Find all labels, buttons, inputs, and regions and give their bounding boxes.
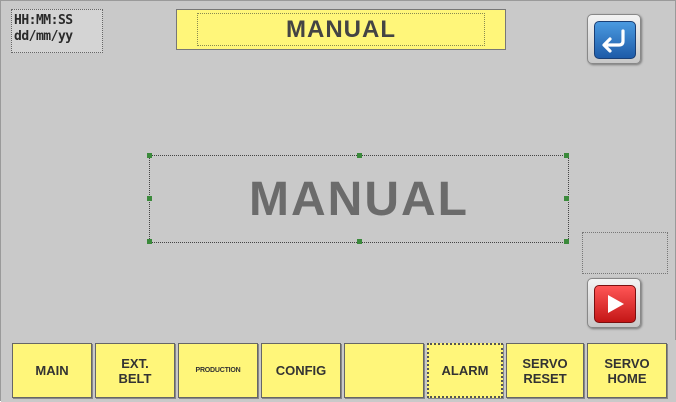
nav-label: PRODUCTION — [195, 367, 241, 374]
selection-handle — [357, 239, 362, 244]
clock-time: HH:MM:SS — [14, 13, 73, 28]
nav-label: SERVO HOME — [604, 355, 650, 386]
nav-ext-belt-button[interactable]: EXT. BELT — [95, 343, 175, 398]
center-title-frame: MANUAL — [147, 153, 569, 244]
selection-handle — [564, 153, 569, 158]
title-bar: MANUAL — [176, 9, 506, 50]
center-title: MANUAL — [249, 172, 469, 226]
nav-label: SERVO RESET — [522, 355, 568, 386]
selection-handle — [147, 153, 152, 158]
back-button[interactable] — [587, 14, 641, 64]
selection-handle — [357, 153, 362, 158]
nav-servo-home-button[interactable]: SERVO HOME — [587, 343, 667, 398]
nav-label: MAIN — [35, 363, 69, 378]
return-arrow-icon — [594, 21, 636, 59]
nav-label: EXT. BELT — [118, 355, 152, 386]
bottom-nav: MAIN EXT. BELT PRODUCTION CONFIG ALARM S… — [1, 340, 676, 402]
nav-label: ALARM — [441, 363, 489, 378]
nav-config-button[interactable]: CONFIG — [261, 343, 341, 398]
nav-alarm-button[interactable]: ALARM — [427, 343, 503, 398]
selection-handle — [564, 239, 569, 244]
nav-production-button[interactable]: PRODUCTION — [178, 343, 258, 398]
play-arrow-icon — [594, 285, 636, 323]
selection-handle — [147, 239, 152, 244]
nav-blank-button[interactable] — [344, 343, 424, 398]
clock-date: dd/mm/yy — [14, 29, 73, 44]
clock-display: HH:MM:SS dd/mm/yy — [11, 9, 103, 53]
empty-slot — [582, 232, 668, 274]
page-title: MANUAL — [286, 15, 396, 43]
selection-handle — [564, 196, 569, 201]
hmi-screen: HH:MM:SS dd/mm/yy MANUAL MANUAL MAIN EXT… — [0, 0, 676, 402]
nav-main-button[interactable]: MAIN — [12, 343, 92, 398]
nav-servo-reset-button[interactable]: SERVO RESET — [506, 343, 584, 398]
selection-handle — [147, 196, 152, 201]
nav-label: CONFIG — [275, 363, 327, 378]
next-button[interactable] — [587, 278, 641, 328]
